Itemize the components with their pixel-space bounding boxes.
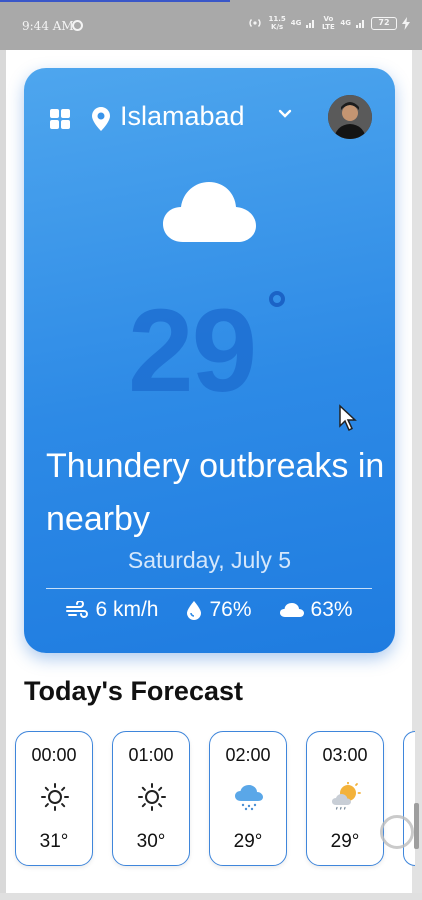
forecast-title: Today's Forecast [24, 676, 243, 706]
forecast-temp: 31° [39, 831, 69, 852]
forecast-time: 00:00 [31, 745, 77, 765]
weather-stats: 6 km/h 76% 63% [24, 598, 395, 622]
divider [46, 588, 372, 589]
floating-button-icon[interactable] [380, 815, 414, 849]
forecast-item[interactable]: 01:00 30° [112, 731, 190, 866]
hotspot-icon [249, 19, 262, 27]
sim1-label: 4G [290, 19, 302, 27]
forecast-item[interactable]: 00:00 31° [15, 731, 93, 866]
cloud-cover-stat: 63% [279, 598, 353, 622]
signal-icon [356, 20, 364, 28]
net-speed: 11.5 K/s [268, 15, 285, 31]
forecast-time: 01:00 [128, 745, 174, 765]
rain-cloud-icon [235, 785, 263, 811]
wind-value: 6 km/h [95, 598, 159, 621]
progress-line [0, 0, 230, 2]
grid-icon[interactable] [50, 109, 70, 129]
humidity-value: 76% [209, 598, 252, 621]
forecast-temp: 29° [330, 831, 360, 852]
charging-icon [402, 16, 410, 30]
net-speed-value: 11.5 [268, 15, 286, 23]
sun-cloud-icon [332, 782, 361, 810]
city-name[interactable]: Islamabad [120, 101, 245, 132]
sun-icon [138, 783, 166, 811]
notification-icon [72, 20, 83, 31]
status-bar: 9:44 AM 11.5 K/s 4G Vo LTE 4G 72 [0, 0, 422, 50]
forecast-item[interactable]: 03:00 29° [306, 731, 384, 866]
battery-icon: 72 [371, 16, 397, 30]
net-speed-unit: K/s [271, 23, 284, 31]
weather-condition: Thundery outbreaks in nearby [46, 447, 385, 538]
status-icons: 11.5 K/s 4G Vo LTE 4G 72 [247, 15, 410, 31]
cloud-icon [163, 182, 256, 242]
current-temperature: 29 [128, 285, 257, 417]
sim2-label: 4G [340, 19, 351, 27]
pin-icon [92, 107, 110, 131]
cloud-icon [279, 603, 304, 617]
forecast-time: 02:00 [225, 745, 271, 765]
current-date: Saturday, July 5 [127, 547, 292, 573]
current-weather-card: Islamabad 29 Thundery outbreaks in nearb… [24, 68, 395, 653]
bottom-edge [0, 893, 422, 900]
sun-icon [41, 783, 69, 811]
forecast-item[interactable]: 02:00 29° [209, 731, 287, 866]
volte-label: Vo LTE [321, 15, 335, 31]
droplet-icon [187, 601, 202, 620]
status-time: 9:44 AM [22, 19, 74, 33]
degree-symbol [269, 291, 285, 307]
mouse-cursor-icon [339, 404, 357, 432]
scrollbar-thumb[interactable] [414, 803, 419, 849]
forecast-temp: 29° [233, 831, 263, 852]
humidity-stat: 76% [186, 598, 252, 622]
avatar-image [328, 95, 372, 139]
chevron-down-icon[interactable] [277, 108, 293, 120]
avatar[interactable] [328, 95, 372, 139]
forecast-temp: 30° [136, 831, 166, 852]
wind-icon [66, 601, 89, 618]
cloud-cover-value: 63% [310, 598, 353, 621]
frame-edge-left [0, 50, 6, 900]
forecast-time: 03:00 [322, 745, 368, 765]
wind-stat: 6 km/h [66, 598, 158, 622]
signal-icon [306, 20, 315, 28]
